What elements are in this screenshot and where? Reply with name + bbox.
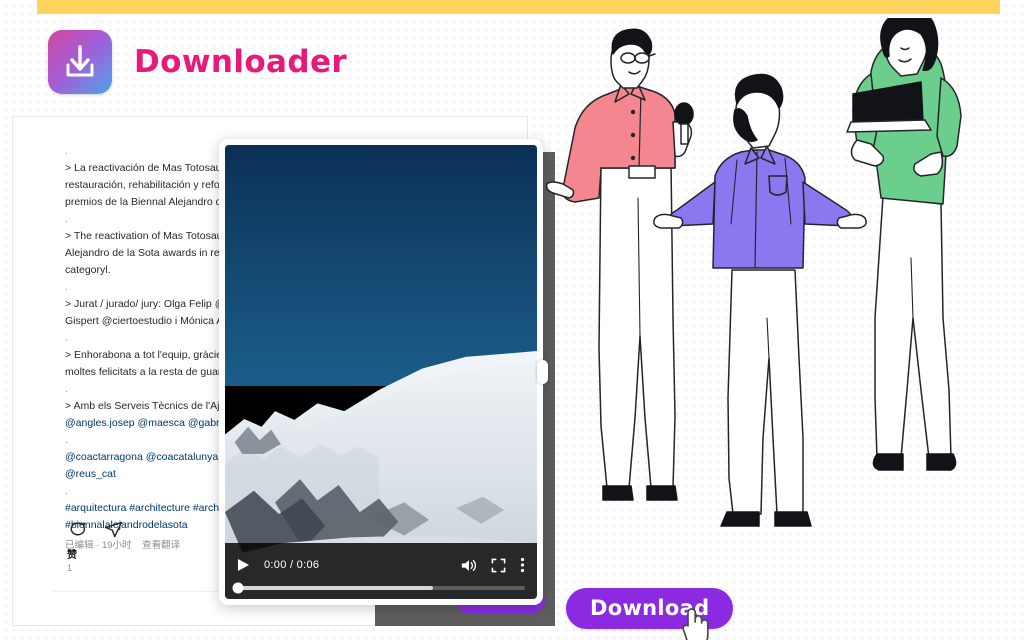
like-count-sub: 1 — [67, 563, 73, 573]
fullscreen-icon[interactable] — [491, 558, 506, 573]
video-preview-card: 0:00 / 0:06 — [219, 139, 548, 605]
like-count: 赞 1 — [67, 549, 77, 575]
progress-buffered — [237, 586, 433, 590]
cta-area: Download — [566, 588, 734, 640]
video-timestamp: 0:00 / 0:06 — [264, 559, 320, 571]
page-title: Downloader — [134, 44, 348, 80]
post-action-bar — [68, 520, 123, 539]
brand-header: Downloader — [48, 30, 347, 94]
share-paper-plane-icon[interactable] — [104, 520, 123, 539]
video-player[interactable]: 0:00 / 0:06 — [225, 145, 537, 599]
top-accent-bar — [37, 0, 1000, 14]
more-vertical-icon[interactable] — [520, 557, 525, 573]
volume-on-icon[interactable] — [460, 558, 477, 573]
video-frame — [225, 145, 537, 599]
app-root: Downloader . > La reactivación de Mas To… — [0, 0, 1024, 640]
progress-knob[interactable] — [232, 582, 244, 594]
video-control-bar: 0:00 / 0:06 — [225, 543, 537, 599]
person-with-laptop — [846, 18, 962, 471]
video-progress-bar[interactable] — [232, 582, 525, 594]
comment-bubble-icon[interactable] — [68, 520, 87, 539]
person-with-microphone — [545, 28, 694, 501]
people-illustration-group — [545, 18, 1024, 558]
play-icon[interactable] — [237, 558, 250, 572]
download-button[interactable]: Download — [566, 588, 734, 629]
like-count-value: 赞 — [67, 550, 77, 561]
download-logo-icon — [48, 30, 112, 94]
